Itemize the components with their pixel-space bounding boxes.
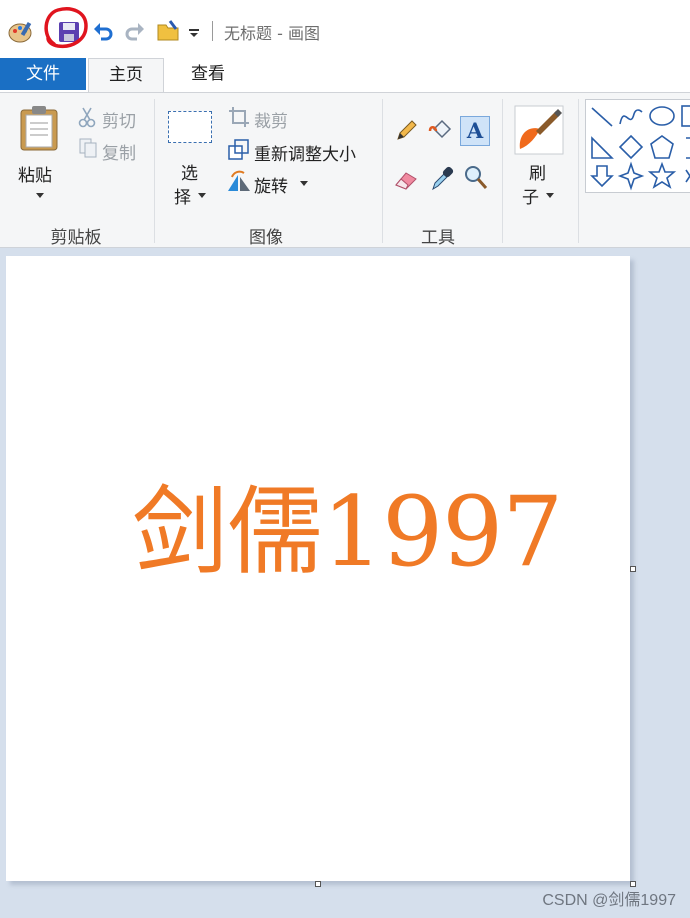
star5-shape-icon <box>647 161 677 189</box>
copy-icon <box>79 138 97 158</box>
group-divider <box>154 99 155 243</box>
ribbon-home: 粘贴 剪切 复制 剪贴板 选 择 裁剪 重新调整大小 旋转 图像 A 工具 刷 … <box>0 92 690 248</box>
tools-group-label: 工具 <box>421 228 455 248</box>
brushes-button-line1[interactable]: 刷 <box>529 159 546 184</box>
curve-shape-icon <box>619 109 643 125</box>
scissors-icon <box>78 107 96 128</box>
star6-shape-icon <box>685 169 690 183</box>
copy-button[interactable]: 复制 <box>102 139 136 164</box>
watermark: CSDN @剑儒1997 <box>542 892 676 909</box>
magnifier-icon[interactable] <box>464 165 488 191</box>
eraser-icon[interactable] <box>394 169 418 191</box>
rotate-dropdown-icon[interactable] <box>300 181 308 186</box>
arrow-down-shape-icon <box>590 165 614 188</box>
select-dropdown-icon[interactable] <box>198 193 206 198</box>
fill-bucket-icon[interactable] <box>428 117 454 143</box>
clipboard-group-label: 剪贴板 <box>50 228 102 248</box>
select-icon[interactable] <box>168 111 212 143</box>
canvas-text: 剑儒1997 <box>132 476 563 588</box>
tab-home[interactable]: 主页 <box>88 58 164 92</box>
text-tool-icon[interactable]: A <box>460 116 490 146</box>
paint-app-icon[interactable] <box>8 20 34 44</box>
paste-icon[interactable] <box>18 105 62 151</box>
group-divider <box>382 99 383 243</box>
paste-button[interactable]: 粘贴 <box>18 161 52 186</box>
canvas-workspace: 剑儒1997 CSDN @剑儒1997 <box>0 248 690 918</box>
rotate-icon <box>228 170 250 191</box>
brushes-button-line2[interactable]: 子 <box>522 183 539 208</box>
undo-icon[interactable] <box>92 21 114 43</box>
cut-button[interactable]: 剪切 <box>102 107 136 132</box>
rotate-button[interactable]: 旋转 <box>254 172 288 197</box>
image-group-label: 图像 <box>249 228 283 248</box>
line-shape-icon <box>591 107 613 127</box>
window-title: 无标题 - 画图 <box>224 24 320 43</box>
tab-view[interactable]: 查看 <box>166 58 250 90</box>
resize-icon <box>228 139 249 160</box>
redo-icon[interactable] <box>124 21 146 43</box>
group-divider <box>502 99 503 243</box>
triangle-shape-icon <box>591 136 614 159</box>
shapes-gallery[interactable] <box>585 99 690 193</box>
drawing-canvas[interactable]: 剑儒1997 <box>6 256 630 881</box>
star4-shape-icon <box>617 161 645 191</box>
tab-file[interactable]: 文件 <box>0 58 86 90</box>
resize-handle-right[interactable] <box>630 566 636 572</box>
diamond-shape-icon <box>618 134 644 160</box>
crop-icon <box>229 107 249 127</box>
oval-shape-icon <box>649 106 675 126</box>
customize-dropdown-icon[interactable] <box>188 28 200 38</box>
red-circle-annotation <box>44 7 88 49</box>
pentagon-shape-icon <box>650 135 674 159</box>
resize-handle-bottom[interactable] <box>315 881 321 887</box>
brush-icon[interactable] <box>514 105 564 155</box>
rectangle-shape-icon <box>681 105 690 127</box>
select-button-line1[interactable]: 选 <box>181 159 198 184</box>
crop-button[interactable]: 裁剪 <box>254 107 288 132</box>
hexagon-shape-icon <box>686 137 690 159</box>
paste-dropdown-icon[interactable] <box>36 193 44 198</box>
shapes-gallery-icons <box>590 105 690 191</box>
select-button-line2[interactable]: 择 <box>174 183 191 208</box>
folder-icon[interactable] <box>156 19 182 43</box>
color-picker-icon[interactable] <box>430 165 454 191</box>
quick-access-toolbar: 无标题 - 画图 <box>0 0 690 58</box>
resize-button[interactable]: 重新调整大小 <box>254 140 356 165</box>
ribbon-tabs: 文件 主页 查看 <box>0 58 690 92</box>
pencil-icon[interactable] <box>394 119 418 143</box>
toolbar-separator <box>212 21 213 41</box>
brushes-dropdown-icon[interactable] <box>546 193 554 198</box>
group-divider <box>578 99 579 243</box>
